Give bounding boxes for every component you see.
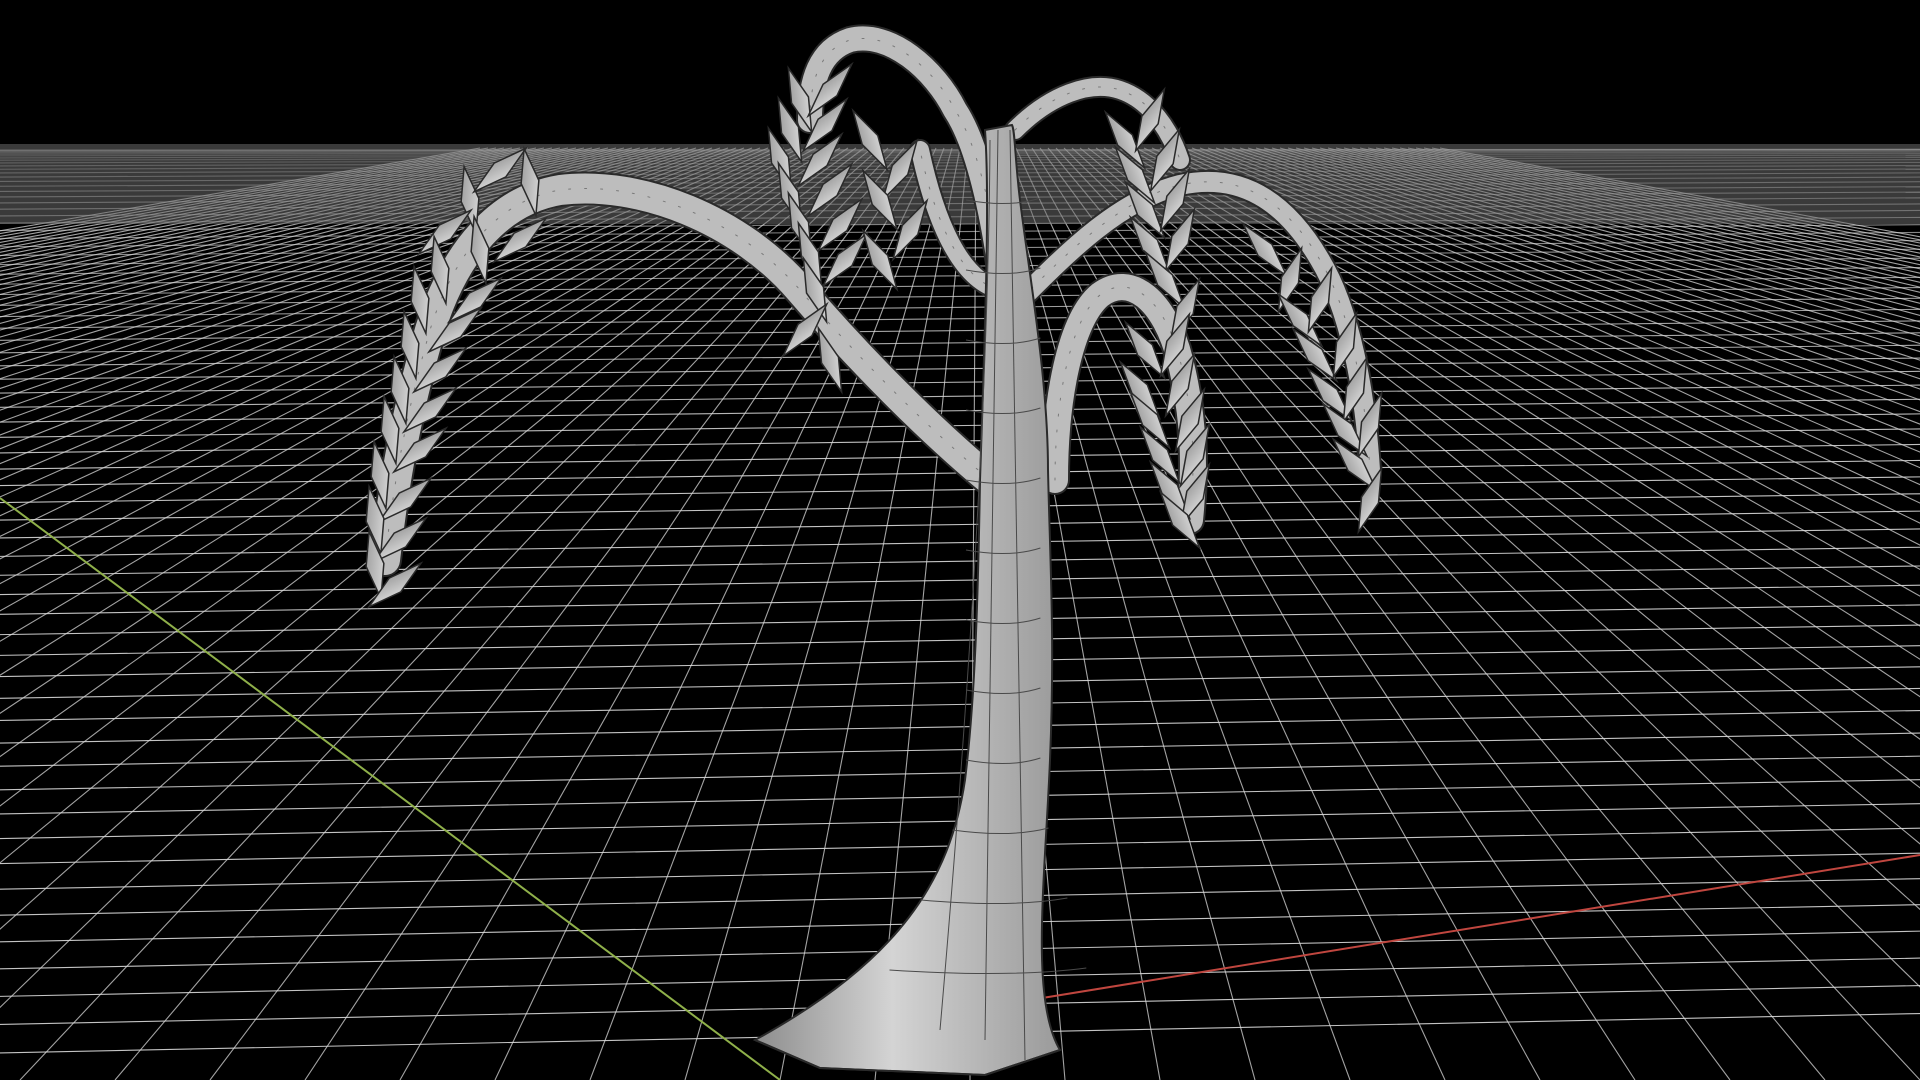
grid-line	[0, 476, 1920, 504]
3d-viewport[interactable]	[0, 0, 1920, 1080]
grid-line	[0, 332, 1920, 354]
grid-line	[1319, 147, 1920, 299]
grid-line	[1119, 147, 1920, 627]
grid-line	[0, 147, 809, 560]
grid-line	[304, 147, 921, 1080]
grid-line	[0, 510, 1920, 539]
grid-horizon-haze	[0, 144, 1920, 224]
x-axis-line	[1029, 854, 1920, 1001]
grid-line	[1015, 147, 1446, 1080]
grid-line	[1143, 147, 1920, 546]
grid-line	[1055, 147, 1920, 1080]
grid-line	[0, 398, 1920, 423]
grid-line	[0, 493, 1920, 521]
grid-line	[0, 147, 785, 498]
grid-line	[1271, 147, 1920, 337]
viewport-canvas[interactable]	[0, 0, 1920, 1080]
grid-line	[0, 147, 793, 517]
grid-line	[0, 320, 1920, 341]
grid-line	[0, 565, 1920, 596]
grid-line	[1071, 147, 1920, 911]
grid-line	[1287, 147, 1920, 323]
grid-line	[1127, 147, 1920, 597]
grid-line	[0, 584, 1920, 615]
grid-line	[1111, 147, 1920, 660]
grid-line	[1151, 147, 1920, 524]
grid-line	[0, 147, 769, 465]
grid-line	[1135, 147, 1920, 571]
